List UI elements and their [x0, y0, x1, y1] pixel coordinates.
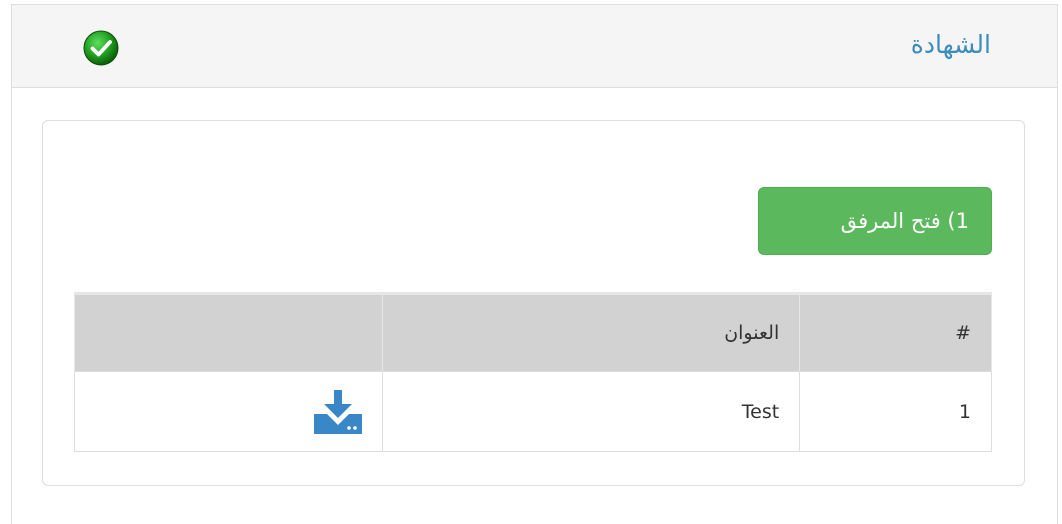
- attachments-table: # العنوان 1 Test: [74, 292, 992, 452]
- open-attachment-button[interactable]: 1) فتح المرفق: [758, 187, 992, 255]
- header-title: العنوان: [381, 292, 801, 372]
- row-title: Test: [381, 371, 801, 452]
- header-number: #: [799, 292, 992, 372]
- download-icon[interactable]: [312, 388, 364, 436]
- table-header-row: # العنوان: [74, 292, 992, 372]
- row-action-cell: [74, 371, 383, 452]
- header-action: [74, 292, 383, 372]
- panel-heading: الشهادة: [12, 5, 1057, 88]
- row-number: 1: [799, 371, 992, 452]
- panel-title: الشهادة: [910, 30, 991, 59]
- check-circle-icon: [83, 30, 119, 66]
- table-row: 1 Test: [74, 371, 992, 452]
- certificate-panel: الشهادة 1) فتح المرفق # العنوان 1 Test: [11, 4, 1058, 524]
- attachments-box: 1) فتح المرفق # العنوان 1 Test: [42, 120, 1025, 486]
